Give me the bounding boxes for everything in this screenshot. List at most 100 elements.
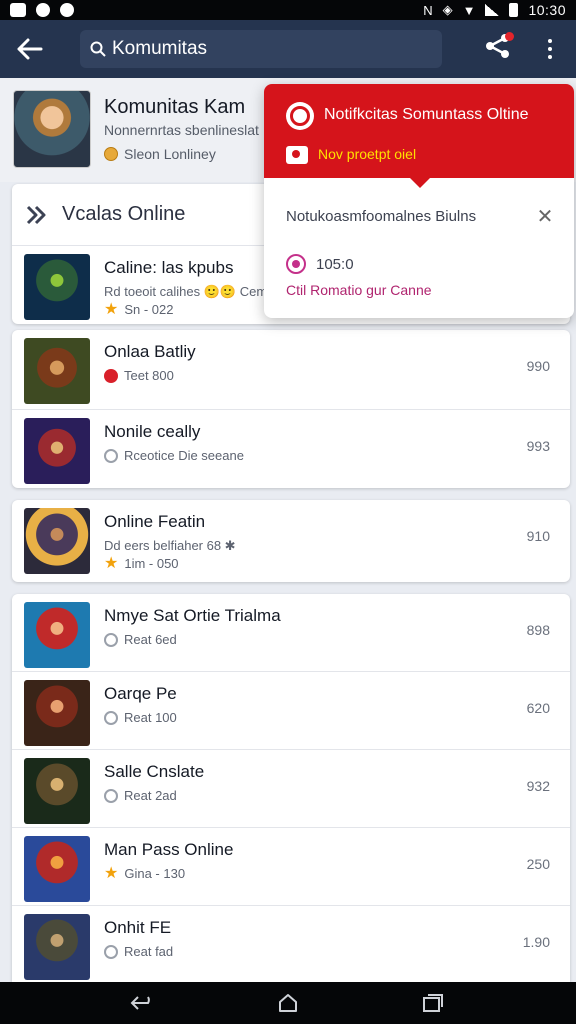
- list-item[interactable]: Online Featin Dd eers belfiaher 68 ✱ ★ 1…: [12, 500, 570, 582]
- chat-icon: [286, 146, 308, 164]
- signal-icon: [485, 4, 500, 16]
- item-subtitle-text: Gina - 130: [124, 866, 186, 881]
- close-icon[interactable]: ✕: [534, 206, 556, 228]
- item-value: 932: [526, 778, 550, 794]
- item-subtitle-text: Rd toeoit calihes 🙂🙂 Cema: [104, 284, 275, 299]
- star-icon: ★: [104, 554, 119, 572]
- info-icon: [104, 448, 118, 463]
- list-item[interactable]: Onhit FE Reat fad 1.90: [12, 906, 570, 982]
- item-subtitle: Rd toeoit calihes 🙂🙂 Cema: [104, 284, 274, 300]
- item-subtitle: Reat 6ed: [104, 632, 177, 647]
- item-subtitle: Dd eers belfiaher 68 ✱: [104, 538, 236, 554]
- community-avatar[interactable]: [13, 90, 91, 168]
- back-button[interactable]: [14, 33, 46, 65]
- community-subtitle: Nonnernrtas sbenlineslat: [104, 122, 259, 138]
- target-icon: [286, 254, 306, 274]
- item-subtitle-text: Teet 800: [124, 368, 174, 383]
- item-title: Caline: las kpubs: [104, 258, 234, 277]
- list-item[interactable]: Oarqe Pe Reat 100 620: [12, 672, 570, 750]
- fire-icon: [104, 368, 118, 383]
- game-thumbnail: [24, 758, 90, 824]
- item-title: Man Pass Online: [104, 840, 234, 859]
- item-subtitle-text: Rceotice Die seeane: [124, 448, 244, 463]
- nfc-icon: N: [423, 2, 433, 18]
- list-card: Online Featin Dd eers belfiaher 68 ✱ ★ 1…: [12, 500, 570, 582]
- game-thumbnail: [24, 602, 90, 668]
- coin-icon: [104, 147, 118, 161]
- info-icon: [104, 710, 118, 725]
- item-subtitle: Rceotice Die seeane: [104, 448, 244, 463]
- search-bar[interactable]: [80, 30, 442, 68]
- status-bar: N ◈ ▼ 10:30: [0, 0, 576, 20]
- system-nav-bar: [0, 982, 576, 1024]
- item-title: Oarqe Pe: [104, 684, 177, 703]
- list-item[interactable]: Onlaa Batliy Teet 800 990: [12, 330, 570, 410]
- item-subtitle-text: Reat 6ed: [124, 632, 177, 647]
- item-value: 898: [526, 622, 550, 638]
- search-input[interactable]: [112, 38, 412, 60]
- item-title: Nmye Sat Ortie Trialma: [104, 606, 281, 625]
- wifi-icon: ▼: [462, 2, 476, 18]
- list-item[interactable]: Nmye Sat Ortie Trialma Reat 6ed 898: [12, 594, 570, 672]
- item-subtitle-text: Reat 2ad: [124, 788, 177, 803]
- notification-header: Notifkcitas Somuntass Oltine Nov proetpt…: [264, 84, 574, 188]
- info-icon: [104, 944, 118, 959]
- item-subtitle-text: Dd eers belfiaher 68 ✱: [104, 538, 236, 553]
- notification-popup: Notifkcitas Somuntass Oltine Nov proetpt…: [264, 84, 574, 318]
- alarm-icon: ◈: [442, 2, 453, 17]
- item-title: Online Featin: [104, 512, 206, 531]
- item-subtitle: Reat 100: [104, 710, 177, 725]
- community-status-text: Sleon Lonliney: [124, 146, 216, 162]
- game-thumbnail: [24, 338, 90, 404]
- list-card: Nmye Sat Ortie Trialma Reat 6ed 898 Oarq…: [12, 594, 570, 982]
- recents-icon: [423, 994, 444, 1012]
- community-title: Komunitas Kam: [104, 96, 246, 118]
- item-subtitle-text: Reat 100: [124, 710, 177, 725]
- game-thumbnail: [24, 914, 90, 980]
- community-status: Sleon Lonliney: [104, 146, 216, 162]
- share-button[interactable]: [484, 32, 516, 64]
- item-value: 620: [526, 700, 550, 716]
- notification-message: Notukoasmfoomalnes Biulns: [286, 208, 477, 225]
- clock: 10:30: [528, 2, 566, 18]
- item-title: Onhit FE: [104, 918, 172, 937]
- search-icon: [90, 41, 106, 57]
- back-icon: [130, 996, 150, 1010]
- item-value: 1.90: [522, 934, 550, 950]
- item-subtitle: Teet 800: [104, 368, 174, 383]
- notification-count-text: 105:0: [316, 255, 354, 273]
- item-subtitle-text: Reat fad: [124, 944, 174, 959]
- item-meta: ★ 1im - 050: [104, 554, 179, 572]
- nav-recents-button[interactable]: [418, 992, 448, 1014]
- dot-icon: [60, 3, 74, 17]
- item-title: Salle Cnslate: [104, 762, 205, 781]
- item-subtitle: Reat 2ad: [104, 788, 177, 803]
- item-meta-text: Sn - 022: [124, 302, 174, 317]
- notification-highlight: Nov proetpt oiel: [318, 146, 417, 162]
- game-thumbnail: [24, 254, 90, 320]
- more-options-button[interactable]: [540, 34, 560, 64]
- community-logo-icon: [286, 102, 314, 130]
- notification-icon: [10, 3, 26, 17]
- notification-link[interactable]: Ctil Romatio gur Canne: [286, 282, 432, 298]
- more-vertical-icon: [548, 39, 552, 43]
- item-subtitle: ★ Gina - 130: [104, 865, 186, 881]
- arrow-share-icon: [26, 205, 46, 224]
- game-thumbnail: [24, 508, 90, 574]
- list-item[interactable]: Man Pass Online ★ Gina - 130 250: [12, 828, 570, 906]
- list-item[interactable]: Salle Cnslate Reat 2ad 932: [12, 750, 570, 828]
- more-dot: [548, 55, 552, 59]
- info-icon: [104, 788, 118, 803]
- item-value: 910: [526, 528, 550, 544]
- more-dot: [548, 47, 552, 51]
- share-notification-dot: [505, 32, 514, 41]
- list-card: Onlaa Batliy Teet 800 990 Nonile ceally …: [12, 330, 570, 488]
- item-value: 993: [526, 438, 550, 454]
- item-subtitle: Reat fad: [104, 944, 173, 959]
- nav-back-button[interactable]: [128, 992, 158, 1014]
- game-thumbnail: [24, 418, 90, 484]
- nav-home-button[interactable]: [273, 992, 303, 1014]
- app-icon: [36, 3, 50, 17]
- list-item[interactable]: Nonile ceally Rceotice Die seeane 993: [12, 410, 570, 488]
- game-thumbnail: [24, 680, 90, 746]
